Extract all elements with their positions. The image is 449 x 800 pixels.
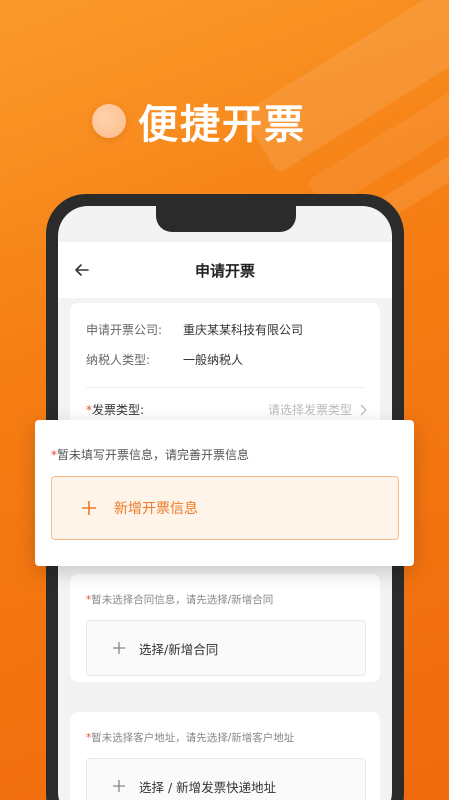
invoice-type-row: *发票类型: 请选择发票类型 (86, 401, 368, 418)
nav-bar: 申请开票 (58, 242, 392, 298)
hero-title: 便捷开票 (138, 102, 306, 148)
select-add-address-button[interactable]: 选择 / 新增发票快递地址 (86, 758, 366, 800)
company-value: 重庆某某科技有限公司 (183, 323, 304, 337)
invoice-type-select[interactable]: 请选择发票类型 (268, 401, 368, 418)
company-info-card: 申请开票公司: 重庆某某科技有限公司 纳税人类型: 一般纳税人 *发票类型: 请选择… (70, 303, 380, 429)
address-note-text: 暂未选择客户地址，请先选择/新增客户地址 (91, 732, 295, 744)
select-add-contract-label: 选择/新增合同 (139, 641, 219, 657)
hero-dot-icon (92, 104, 126, 138)
invoice-info-card: *暂未填写开票信息，请完善开票信息 新增开票信息 (35, 420, 414, 566)
address-note: *暂未选择客户地址，请先选择/新增客户地址 (86, 730, 294, 745)
address-card: *暂未选择客户地址，请先选择/新增客户地址 选择 / 新增发票快递地址 (70, 712, 380, 800)
company-row: 申请开票公司: 重庆某某科技有限公司 (86, 321, 303, 338)
contract-card: *暂未选择合同信息，请先选择/新增合同 选择/新增合同 (70, 574, 380, 682)
hero-banner: 便捷开票 (92, 92, 306, 150)
taxpayer-label: 纳税人类型: (86, 353, 151, 367)
plus-icon (113, 642, 125, 654)
company-label: 申请开票公司: (86, 323, 163, 337)
contract-note-text: 暂未选择合同信息，请先选择/新增合同 (91, 594, 274, 606)
invoice-info-note: *暂未填写开票信息，请完善开票信息 (51, 446, 249, 463)
phone-notch (156, 206, 296, 232)
plus-icon (113, 780, 125, 792)
invoice-type-placeholder: 请选择发票类型 (267, 403, 352, 417)
page-title: 申请开票 (194, 262, 255, 280)
add-invoice-info-label: 新增开票信息 (114, 501, 198, 517)
invoice-type-label: 发票类型: (92, 403, 145, 417)
taxpayer-value: 一般纳税人 (183, 353, 244, 367)
invoice-info-note-text: 暂未填写开票信息，请完善开票信息 (57, 448, 250, 462)
contract-note: *暂未选择合同信息，请先选择/新增合同 (86, 592, 273, 607)
select-add-contract-button[interactable]: 选择/新增合同 (86, 620, 366, 676)
divider (86, 387, 364, 388)
chevron-right-icon (360, 404, 367, 415)
plus-icon (82, 501, 96, 515)
select-add-address-label: 选择 / 新增发票快递地址 (139, 779, 277, 795)
taxpayer-row: 纳税人类型: 一般纳税人 (86, 351, 243, 368)
add-invoice-info-button[interactable]: 新增开票信息 (51, 476, 399, 540)
